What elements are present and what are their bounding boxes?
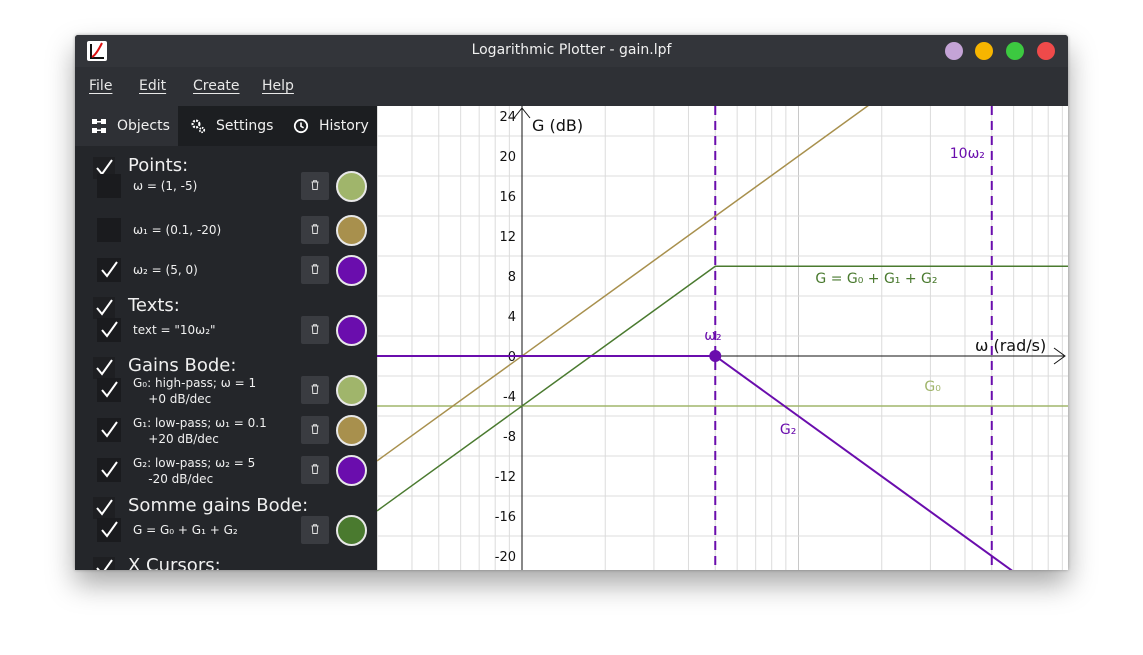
object-label: text = "10ω₂" <box>133 323 216 337</box>
gear-icon <box>191 119 206 134</box>
tab-settings[interactable]: Settings <box>178 106 278 146</box>
close-button[interactable] <box>1037 42 1055 60</box>
y-tick-label: 20 <box>499 150 516 165</box>
trash-icon <box>311 464 319 474</box>
series-g-line <box>377 265 1068 512</box>
object-label: ω = (1, -5) <box>133 179 198 193</box>
y-tick-label: -8 <box>503 430 516 445</box>
x-axis-label: ω (rad/s) <box>975 336 1046 355</box>
y-tick-label: 24 <box>499 110 516 125</box>
color-swatch[interactable] <box>336 315 367 346</box>
tab-settings-label: Settings <box>216 118 274 134</box>
list-item-gain-g1: G₁: low-pass; ω₁ = 0.1 +20 dB/dec <box>75 412 377 448</box>
point-w2 <box>709 350 722 362</box>
y-tick-label: 4 <box>508 310 516 325</box>
delete-button[interactable] <box>301 316 329 344</box>
color-swatch[interactable] <box>336 415 367 446</box>
object-label: G = G₀ + G₁ + G₂ <box>133 523 238 537</box>
y-tick-label: 16 <box>499 190 516 205</box>
maximize-button[interactable] <box>1006 42 1024 60</box>
section-cursors-checkbox[interactable] <box>93 557 115 570</box>
delete-button[interactable] <box>301 516 329 544</box>
tab-history-label: History <box>319 118 369 134</box>
menu-create[interactable]: Create <box>193 78 240 94</box>
delete-button[interactable] <box>301 376 329 404</box>
color-swatch[interactable] <box>336 215 367 246</box>
window-title: Logarithmic Plotter - gain.lpf <box>471 42 672 58</box>
label-g0: G₀ <box>924 379 941 395</box>
plot-canvas[interactable]: 24 20 16 12 8 4 0 -4 -8 -12 -16 -20 G (dB) ω (rad/s) G… <box>377 106 1068 570</box>
list-item-point-omega: ω = (1, -5) <box>75 168 377 204</box>
label-g: G = G₀ + G₁ + G₂ <box>815 271 937 287</box>
visibility-checkbox[interactable] <box>97 378 121 402</box>
clock-icon <box>293 118 309 134</box>
object-label: G₁: low-pass; ω₁ = 0.1 +20 dB/dec <box>133 416 267 446</box>
visibility-checkbox[interactable] <box>97 174 121 198</box>
delete-button[interactable] <box>301 216 329 244</box>
visibility-checkbox[interactable] <box>97 518 121 542</box>
y-tick-label: -4 <box>503 390 516 405</box>
window-menu-button[interactable] <box>945 42 963 60</box>
menu-bar: File Edit Create Help <box>75 67 1068 106</box>
list-item-gain-g0: G₀: high-pass; ω = 1 +0 dB/dec <box>75 372 377 408</box>
tab-history[interactable]: History <box>278 106 377 146</box>
visibility-checkbox[interactable] <box>97 258 121 282</box>
y-axis-label: G (dB) <box>532 116 583 135</box>
delete-button[interactable] <box>301 456 329 484</box>
trash-icon <box>311 264 319 274</box>
tab-objects-label: Objects <box>117 118 170 134</box>
y-tick-label: -16 <box>495 510 516 525</box>
list-item-gain-g2: G₂: low-pass; ω₂ = 5 -20 dB/dec <box>75 452 377 488</box>
visibility-checkbox[interactable] <box>97 458 121 482</box>
y-tick-label: 12 <box>499 230 516 245</box>
object-label: G₀: high-pass; ω = 1 +0 dB/dec <box>133 376 257 406</box>
trash-icon <box>311 524 319 534</box>
trash-icon <box>311 424 319 434</box>
section-x-cursors: X Cursors: <box>75 551 377 570</box>
menu-edit[interactable]: Edit <box>139 78 166 94</box>
y-tick-label: -20 <box>495 550 516 565</box>
color-swatch[interactable] <box>336 455 367 486</box>
color-swatch[interactable] <box>336 515 367 546</box>
sidebar-tabs: Objects Settings History <box>75 106 377 146</box>
object-label: ω₁ = (0.1, -20) <box>133 223 222 237</box>
color-swatch[interactable] <box>336 375 367 406</box>
minimize-button[interactable] <box>975 42 993 60</box>
delete-button[interactable] <box>301 172 329 200</box>
y-tick-label: -12 <box>495 470 516 485</box>
menu-help[interactable]: Help <box>262 78 294 94</box>
label-10w2: 10ω₂ <box>950 146 985 162</box>
app-window: Logarithmic Plotter - gain.lpf File Edit… <box>75 35 1068 570</box>
title-bar[interactable]: Logarithmic Plotter - gain.lpf <box>75 35 1068 67</box>
visibility-checkbox[interactable] <box>97 218 121 242</box>
y-tick-label: 8 <box>508 270 516 285</box>
color-swatch[interactable] <box>336 255 367 286</box>
label-w2: ω₂ <box>704 328 721 344</box>
section-cursors-title: X Cursors: <box>128 555 221 570</box>
list-item-text: text = "10ω₂" <box>75 312 377 348</box>
series-g2-line <box>377 355 1013 570</box>
trash-icon <box>311 324 319 334</box>
list-item-gain-sum: G = G₀ + G₁ + G₂ <box>75 512 377 548</box>
tab-objects[interactable]: Objects <box>75 106 178 146</box>
list-item-point-omega2: ω₂ = (5, 0) <box>75 252 377 288</box>
visibility-checkbox[interactable] <box>97 318 121 342</box>
delete-button[interactable] <box>301 416 329 444</box>
color-swatch[interactable] <box>336 171 367 202</box>
trash-icon <box>311 224 319 234</box>
list-item-point-omega1: ω₁ = (0.1, -20) <box>75 212 377 248</box>
object-label: G₂: low-pass; ω₂ = 5 -20 dB/dec <box>133 456 256 486</box>
bode-plot[interactable]: 24201612840-4-8-12-16-20G (dB)ω (rad/s)G… <box>377 106 1068 570</box>
trash-icon <box>311 180 319 190</box>
menu-file[interactable]: File <box>89 78 112 94</box>
trash-icon <box>311 384 319 394</box>
label-g2: G₂ <box>780 422 796 438</box>
delete-button[interactable] <box>301 256 329 284</box>
objects-sidebar: Objects Settings History Points: ω = (1,… <box>75 106 377 570</box>
object-label: ω₂ = (5, 0) <box>133 263 198 277</box>
objects-icon <box>92 119 106 133</box>
visibility-checkbox[interactable] <box>97 418 121 442</box>
